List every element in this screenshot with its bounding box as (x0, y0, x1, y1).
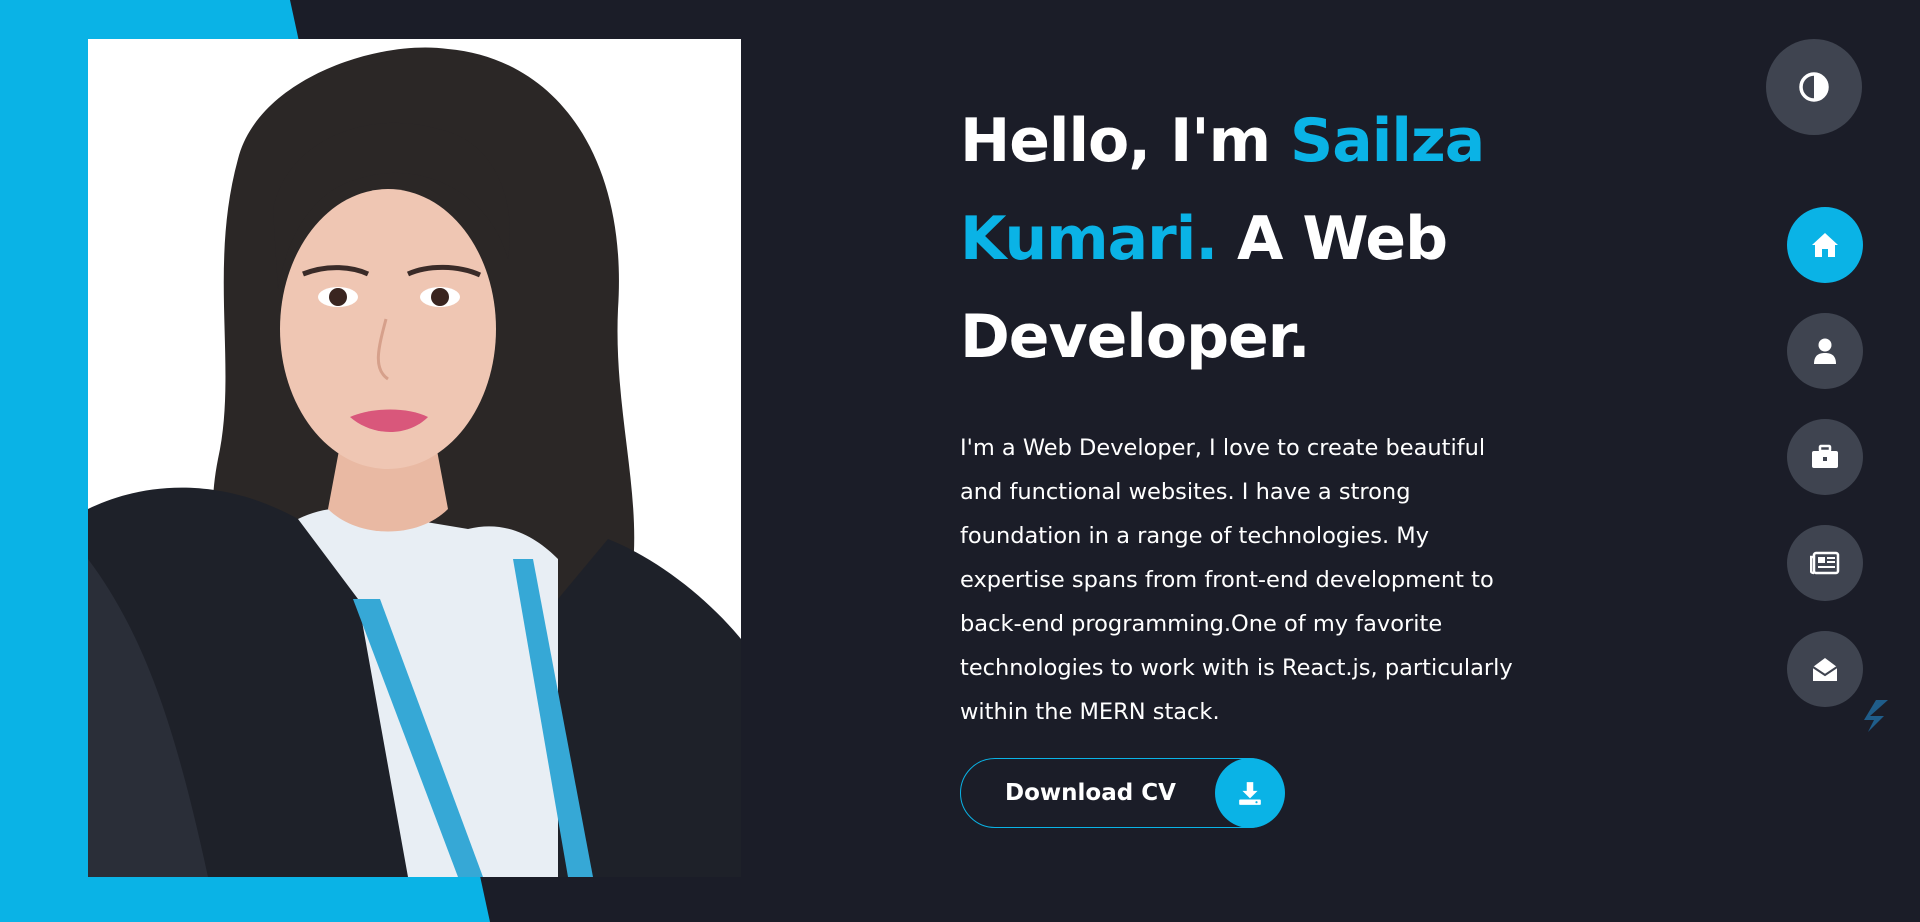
scroll-logo-icon (1864, 700, 1888, 732)
download-cv-button[interactable]: Download CV (960, 758, 1285, 828)
side-navigation (1787, 207, 1863, 737)
newspaper-icon (1810, 551, 1840, 575)
greeting-text: Hello, I'm (960, 106, 1291, 176)
download-icon (1215, 758, 1285, 828)
theme-toggle-button[interactable] (1766, 39, 1862, 135)
hero-headline: Hello, I'm Sailza Kumari. A Web Develope… (960, 92, 1530, 386)
nav-portfolio[interactable] (1787, 419, 1863, 495)
download-cv-label: Download CV (1005, 780, 1176, 806)
nav-home[interactable] (1787, 207, 1863, 283)
user-icon (1814, 338, 1836, 364)
hero-content: Hello, I'm Sailza Kumari. A Web Develope… (960, 92, 1530, 734)
contrast-icon (1799, 72, 1829, 102)
hero-bio: I'm a Web Developer, I love to create be… (960, 435, 1513, 725)
briefcase-icon (1812, 444, 1838, 468)
nav-blog[interactable] (1787, 525, 1863, 601)
nav-about[interactable] (1787, 313, 1863, 389)
profile-photo (88, 39, 741, 877)
envelope-open-icon (1812, 658, 1838, 681)
nav-contact[interactable] (1787, 631, 1863, 707)
home-icon (1812, 233, 1838, 257)
home-section: Hello, I'm Sailza Kumari. A Web Develope… (0, 0, 1920, 922)
